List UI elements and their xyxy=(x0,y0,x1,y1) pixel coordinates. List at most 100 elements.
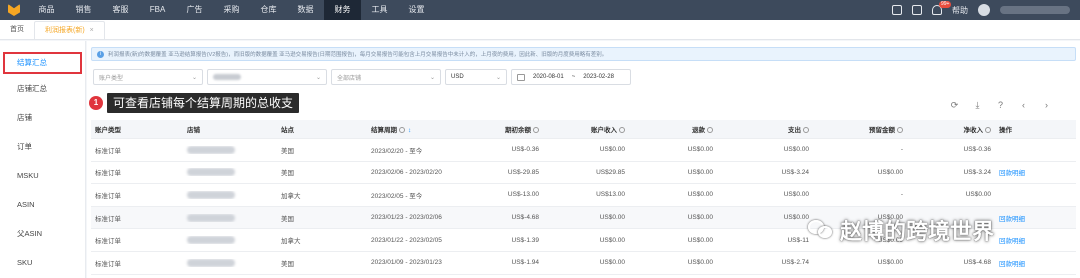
cell-expense: US$-11 xyxy=(787,236,809,244)
col-reserved-label: 预留金额 xyxy=(869,127,895,134)
help-icon[interactable] xyxy=(803,127,809,134)
cell-account-income: US$13.00 xyxy=(596,191,625,199)
document-icon[interactable] xyxy=(892,5,902,15)
cell-reserved: US$0.00 xyxy=(877,168,903,176)
cell-account-type: 标准订单 xyxy=(95,215,121,223)
col-opening-balance-label: 期初余额 xyxy=(505,127,531,134)
help-icon[interactable]: ? xyxy=(995,100,1006,111)
cell-action-link[interactable]: 回款明细 xyxy=(995,258,1035,268)
cell-shop xyxy=(183,168,277,177)
nav-item-ads[interactable]: 广告 xyxy=(176,0,213,20)
cell-action-link[interactable]: 回款明细 xyxy=(995,235,1035,245)
nav-item-data[interactable]: 数据 xyxy=(287,0,324,20)
sidebar-item-order[interactable]: 订单 xyxy=(0,132,85,161)
shop-select[interactable]: ⌄ xyxy=(207,69,327,85)
cell-site: 加拿大 xyxy=(281,192,301,200)
cell-action-link[interactable]: 回款明细 xyxy=(995,167,1035,177)
next-page-icon[interactable]: › xyxy=(1041,100,1052,111)
cell-refund: US$0.00 xyxy=(687,259,713,267)
nav-item-tools[interactable]: 工具 xyxy=(361,0,398,20)
cell-action-link[interactable]: 回款明细 xyxy=(995,213,1035,223)
currency-select[interactable]: USD ⌄ xyxy=(445,69,507,85)
cell-shop xyxy=(183,190,277,199)
cell-reserved: - xyxy=(900,146,903,154)
mobile-icon[interactable] xyxy=(912,5,922,15)
nav-item-sales[interactable]: 销售 xyxy=(65,0,102,20)
sidebar-item-sku[interactable]: SKU xyxy=(0,248,85,277)
help-link[interactable]: 帮助 xyxy=(952,5,968,16)
help-icon[interactable] xyxy=(619,127,625,134)
account-type-select[interactable]: 账户类型 ⌄ xyxy=(93,69,203,85)
help-icon[interactable] xyxy=(533,127,539,134)
col-account-income-label: 账户收入 xyxy=(591,127,617,134)
shop-name-blurred xyxy=(187,236,235,245)
cell-site: 美国 xyxy=(281,260,294,268)
cell-shop xyxy=(183,258,277,267)
cell-expense: US$0.00 xyxy=(783,191,809,199)
col-account-income: 账户收入 xyxy=(543,124,629,134)
table-tools: ⟳ ⤓ ? ‹ › xyxy=(949,100,1052,111)
cell-period: 2023/01/09 - 2023/01/23 xyxy=(371,259,442,267)
nav-item-finance[interactable]: 财务 xyxy=(324,0,361,20)
nav-item-warehouse[interactable]: 仓库 xyxy=(250,0,287,20)
sidebar-item-shop[interactable]: 店铺 xyxy=(0,103,85,132)
nav-item-fba[interactable]: FBA xyxy=(139,0,176,20)
currency-value: USD xyxy=(451,74,464,80)
shop-name-blurred xyxy=(187,213,235,222)
notification-badge: 99+ xyxy=(939,1,952,8)
chevron-down-icon: ⌄ xyxy=(315,74,321,81)
avatar[interactable] xyxy=(978,4,990,16)
all-shops-select[interactable]: 全部店铺 ⌄ xyxy=(331,69,441,85)
tab-profit-report[interactable]: 利润报表(新) × xyxy=(34,21,105,39)
cell-opening-balance: US$-4.68 xyxy=(511,214,539,222)
user-name-blurred[interactable] xyxy=(1000,6,1070,14)
cell-opening-balance: US$-1.39 xyxy=(511,236,539,244)
top-nav-bar: 商品 销售 客服 FBA 广告 采购 仓库 数据 财务 工具 设置 99+ 帮助 xyxy=(0,0,1080,20)
account-type-placeholder: 账户类型 xyxy=(99,75,124,82)
main-nav: 商品 销售 客服 FBA 广告 采购 仓库 数据 财务 工具 设置 xyxy=(28,0,435,20)
help-icon[interactable] xyxy=(897,127,903,134)
prev-page-icon[interactable]: ‹ xyxy=(1018,100,1029,111)
sort-icon[interactable]: ↕ xyxy=(408,127,411,134)
date-separator: ~ xyxy=(571,74,576,80)
cell-expense: US$0.00 xyxy=(783,146,809,154)
sidebar-item-msku[interactable]: MSKU xyxy=(0,161,85,190)
help-icon[interactable] xyxy=(707,127,713,134)
date-range-picker[interactable]: 2020-08-01 ~ 2023-02-28 xyxy=(511,69,631,85)
date-start: 2020-08-01 xyxy=(533,74,564,80)
col-settlement-period[interactable]: 结算周期 ↕ xyxy=(367,124,469,134)
col-opening-balance: 期初余额 xyxy=(469,124,543,134)
nav-item-products[interactable]: 商品 xyxy=(28,0,65,20)
table-row: 标准订单 美国 2023/02/20 - 至今 US$-0.36 US$0.00… xyxy=(91,139,1076,162)
cell-period: 2023/02/05 - 至今 xyxy=(371,192,423,200)
sidebar-item-shop-summary[interactable]: 店铺汇总 xyxy=(0,74,85,103)
bell-icon[interactable]: 99+ xyxy=(932,1,952,15)
nav-item-service[interactable]: 客服 xyxy=(102,0,139,20)
chevron-down-icon: ⌄ xyxy=(495,74,501,81)
cell-refund: US$0.00 xyxy=(687,146,713,154)
col-refund: 退款 xyxy=(629,124,717,134)
refresh-icon[interactable]: ⟳ xyxy=(949,100,960,111)
close-icon[interactable]: × xyxy=(90,22,94,40)
watermark-text: 赵博的跨境世界 xyxy=(840,219,995,244)
app-logo[interactable] xyxy=(0,0,28,20)
sidebar-item-asin[interactable]: ASIN xyxy=(0,190,85,219)
help-icon[interactable] xyxy=(985,127,991,134)
col-net-income-label: 净收入 xyxy=(963,127,984,134)
sidebar: 结算汇总 店铺汇总 店铺 订单 MSKU ASIN 父ASIN SKU xyxy=(0,41,86,278)
cell-net-income: US$-4.68 xyxy=(963,259,991,267)
tab-home[interactable]: 首页 xyxy=(0,21,34,39)
cell-refund: US$0.00 xyxy=(687,214,713,222)
nav-item-purchase[interactable]: 采购 xyxy=(213,0,250,20)
sidebar-item-settlement-summary[interactable]: 结算汇总 xyxy=(3,52,82,74)
shop-name-blurred xyxy=(187,258,235,267)
table-row: 标准订单 美国 2023/01/09 - 2023/01/23 US$-1.94… xyxy=(91,252,1076,275)
nav-item-settings[interactable]: 设置 xyxy=(398,0,435,20)
download-icon[interactable]: ⤓ xyxy=(972,100,983,111)
col-refund-label: 退款 xyxy=(692,127,705,134)
help-icon[interactable] xyxy=(399,127,405,134)
shop-name-blurred xyxy=(187,168,235,177)
cell-refund: US$0.00 xyxy=(687,191,713,199)
sidebar-item-parent-asin[interactable]: 父ASIN xyxy=(0,219,85,248)
cell-account-type: 标准订单 xyxy=(95,192,121,200)
